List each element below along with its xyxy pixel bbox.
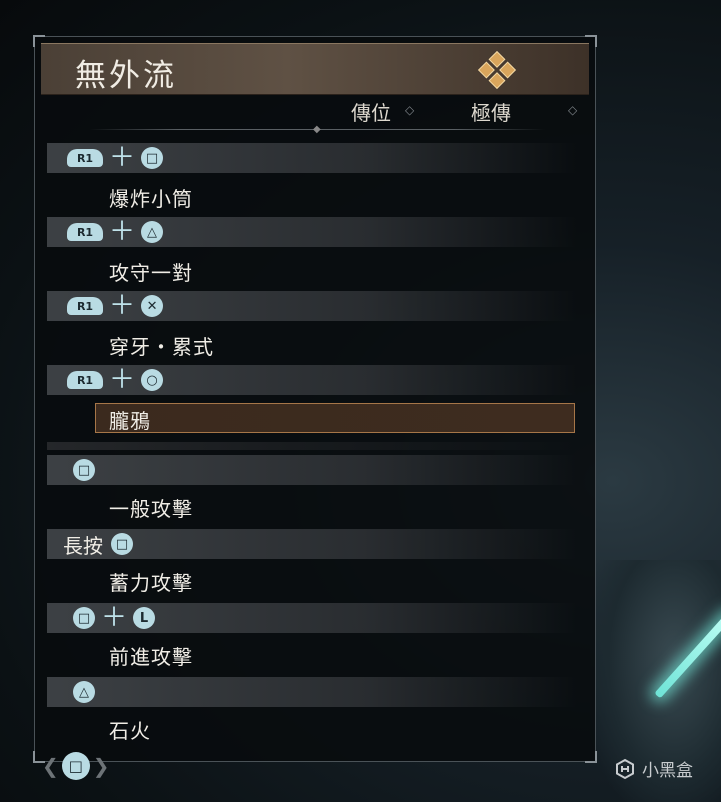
move-name-selected[interactable]: 朧鴉 bbox=[109, 405, 151, 434]
plus-icon: ＋ bbox=[109, 291, 136, 321]
r1-button-icon: R1 bbox=[67, 223, 103, 241]
square-button-icon: □ bbox=[141, 147, 164, 169]
move-input-row[interactable]: □ bbox=[47, 455, 577, 485]
move-name[interactable]: 爆炸小筒 bbox=[109, 183, 193, 212]
move-name[interactable]: 石火 bbox=[109, 715, 151, 744]
hold-label: 長按 bbox=[63, 533, 103, 558]
move-input-row[interactable]: R1 ＋ △ bbox=[47, 217, 577, 247]
move-input-row[interactable]: □ ＋ L bbox=[47, 603, 577, 633]
rank-header: 傳位 ◇ 極傳 ◇ bbox=[35, 97, 597, 125]
style-title: 無外流 bbox=[75, 58, 177, 94]
title-bar: 無外流 bbox=[41, 43, 589, 95]
plus-icon: ＋ bbox=[101, 603, 128, 633]
r1-button-icon: R1 bbox=[67, 371, 103, 389]
move-input-row[interactable]: △ bbox=[47, 677, 577, 707]
move-input-row[interactable]: R1 ＋ □ bbox=[47, 143, 577, 173]
triangle-button-icon: △ bbox=[73, 681, 95, 703]
corner-ornament bbox=[585, 751, 597, 763]
chevron-left-icon[interactable]: ❮ bbox=[42, 754, 59, 778]
move-input-row[interactable]: R1 ＋ ○ bbox=[47, 365, 577, 395]
triangle-button-icon: △ bbox=[141, 221, 164, 243]
plus-icon: ＋ bbox=[109, 143, 136, 173]
move-input-row[interactable]: R1 ＋ ✕ bbox=[47, 291, 577, 321]
move-name[interactable]: 前進攻擊 bbox=[109, 641, 193, 670]
header-divider-dot: ◆ bbox=[313, 124, 321, 135]
r1-button-icon: R1 bbox=[67, 149, 103, 167]
move-name[interactable]: 蓄力攻擊 bbox=[109, 567, 193, 596]
page-navigation[interactable]: ❮ □ ❯ bbox=[42, 752, 110, 780]
watermark: 小黑盒 bbox=[614, 756, 693, 781]
square-button-icon: □ bbox=[73, 459, 95, 481]
plus-icon: ＋ bbox=[109, 365, 136, 395]
square-button-icon: □ bbox=[73, 607, 95, 629]
section-divider bbox=[47, 442, 577, 450]
move-name[interactable]: 攻守一對 bbox=[109, 257, 193, 286]
plus-icon: ＋ bbox=[109, 217, 136, 247]
heybox-logo-icon bbox=[616, 758, 634, 779]
r1-button-icon: R1 bbox=[67, 297, 103, 315]
move-name[interactable]: 一般攻擊 bbox=[109, 493, 193, 522]
skill-list-panel: 無外流 傳位 ◇ 極傳 ◇ ◆ R1 ＋ □ 爆炸小筒 R1 ＋ △ 攻守一對 … bbox=[33, 35, 597, 763]
watermark-text: 小黑盒 bbox=[642, 761, 693, 781]
move-name[interactable]: 穿牙・累式 bbox=[109, 331, 214, 360]
diamond-icon: ◇ bbox=[405, 103, 415, 117]
school-emblem-icon bbox=[477, 50, 517, 90]
square-button-icon[interactable]: □ bbox=[61, 752, 90, 780]
left-stick-icon: L bbox=[133, 607, 156, 629]
diamond-icon: ◇ bbox=[568, 103, 578, 117]
header-left-label: 傳位 bbox=[351, 101, 391, 125]
square-button-icon: □ bbox=[111, 533, 133, 555]
cross-button-icon: ✕ bbox=[141, 295, 164, 317]
circle-button-icon: ○ bbox=[141, 369, 164, 391]
chevron-right-icon[interactable]: ❯ bbox=[93, 754, 110, 778]
header-right-label: 極傳 bbox=[471, 101, 511, 125]
move-input-row[interactable]: 長按 □ bbox=[47, 529, 577, 559]
selected-move-highlight[interactable] bbox=[95, 403, 575, 433]
